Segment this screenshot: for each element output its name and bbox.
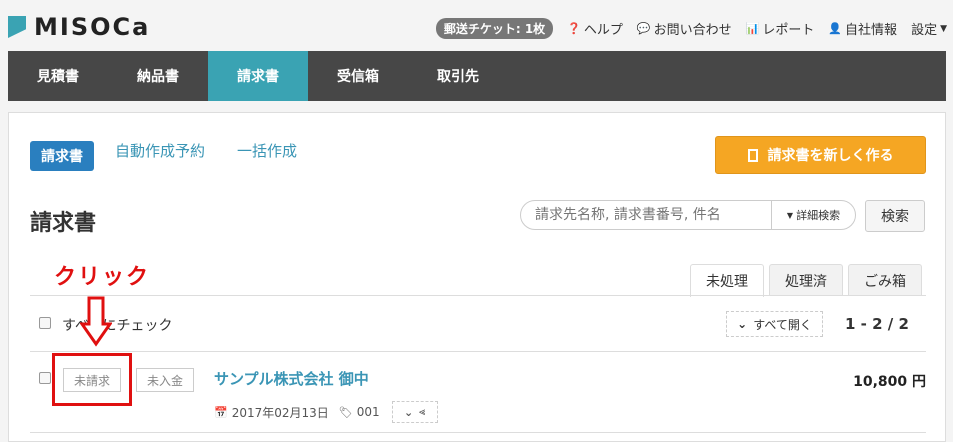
invoice-number: 001 — [356, 405, 380, 419]
company-info-link[interactable]: 👤 自社情報 — [828, 19, 897, 38]
check-all-checkbox[interactable] — [39, 317, 51, 329]
annotation-highlight-box — [52, 353, 132, 406]
annotation-arrow-icon — [80, 296, 112, 347]
expand-all-button[interactable]: ⌄ すべて開く — [726, 311, 823, 337]
report-link[interactable]: 📊 レポート — [746, 19, 815, 38]
nav-clients[interactable]: 取引先 — [408, 51, 508, 101]
advanced-search-toggle[interactable]: ▼ 詳細検索 — [771, 201, 855, 229]
row-meta: 📅 2017年02月13日 🏷 001 ⌄ ⪡ — [214, 401, 438, 423]
new-invoice-button[interactable]: 請求書を新しく作る — [715, 136, 926, 174]
subtab-bulk-create[interactable]: 一括作成 — [237, 140, 297, 161]
chevron-down-icon: ⌄ — [737, 317, 748, 331]
client-name-link[interactable]: サンプル株式会社 御中 — [214, 368, 369, 389]
nav-inbox[interactable]: 受信箱 — [308, 51, 408, 101]
nav-estimates[interactable]: 見積書 — [8, 51, 108, 101]
invoice-amount: 10,800 円 — [853, 374, 926, 390]
subtab-auto-schedule[interactable]: 自動作成予約 — [115, 140, 205, 161]
tab-processed[interactable]: 処理済 — [769, 264, 843, 296]
chevron-down-icon: ⌄ — [403, 405, 414, 419]
help-link[interactable]: ❓ ヘルプ — [567, 19, 623, 38]
contact-link[interactable]: 💬 お問い合わせ — [637, 19, 732, 38]
share-icon: ⪡ — [419, 405, 426, 418]
search-input[interactable] — [521, 201, 771, 229]
chart-icon: 📊 — [745, 22, 760, 35]
nav-invoices[interactable]: 請求書 — [208, 51, 308, 101]
question-icon: ❓ — [567, 22, 581, 35]
row-actions-button[interactable]: ⌄ ⪡ — [391, 401, 438, 423]
search-box: ▼ 詳細検索 — [520, 200, 856, 230]
status-tabs: 未処理 処理済 ごみ箱 — [690, 264, 927, 297]
check-all-row: すべてにチェック ⌄ すべて開く 1 - 2 / 2 — [30, 296, 926, 352]
mail-ticket-badge[interactable]: 郵送チケット: 1枚 — [435, 18, 554, 39]
check-all-label: すべてにチェック — [62, 318, 173, 334]
row-checkbox[interactable] — [39, 372, 51, 384]
tag-icon: 🏷 — [338, 405, 353, 419]
chat-icon: 💬 — [636, 22, 651, 35]
result-count: 1 - 2 / 2 — [845, 315, 909, 333]
table-row: 未請求 未入金 サンプル株式会社 御中 10,800 円 📅 2017年02月1… — [30, 353, 926, 433]
user-icon: 👤 — [828, 22, 843, 35]
document-icon — [747, 148, 758, 162]
issue-date: 2017年02月13日 — [231, 405, 329, 420]
calendar-icon: 📅 — [214, 405, 228, 419]
search-button[interactable]: 検索 — [865, 200, 925, 232]
tab-unprocessed[interactable]: 未処理 — [690, 264, 764, 297]
caret-down-icon: ▼ — [786, 210, 794, 220]
settings-dropdown[interactable]: 設定 ▼ — [911, 19, 947, 38]
caret-down-icon: ▼ — [940, 23, 947, 34]
tab-trash[interactable]: ごみ箱 — [848, 264, 922, 296]
page-title: 請求書 — [30, 211, 97, 236]
top-links: 郵送チケット: 1枚 ❓ ヘルプ 💬 お問い合わせ 📊 レポート 👤 自社情報 設定 ▼ — [435, 18, 947, 39]
status-badge-unpaid[interactable]: 未入金 — [136, 368, 195, 392]
main-panel: 請求書 自動作成予約 一括作成 請求書を新しく作る 請求書 ▼ 詳細検索 検索 … — [8, 112, 946, 442]
top-bar: MISOCa 郵送チケット: 1枚 ❓ ヘルプ 💬 お問い合わせ 📊 レポート 👤 自社… — [0, 0, 953, 51]
click-annotation: クリック — [54, 265, 151, 290]
subtab-invoices[interactable]: 請求書 — [30, 141, 94, 171]
nav-delivery[interactable]: 納品書 — [108, 51, 208, 101]
main-nav: 見積書 納品書 請求書 受信箱 取引先 — [8, 51, 946, 101]
misoca-logo[interactable]: MISOCa — [8, 13, 150, 41]
logo-mark-icon — [8, 16, 26, 38]
logo-text: MISOCa — [34, 13, 151, 41]
